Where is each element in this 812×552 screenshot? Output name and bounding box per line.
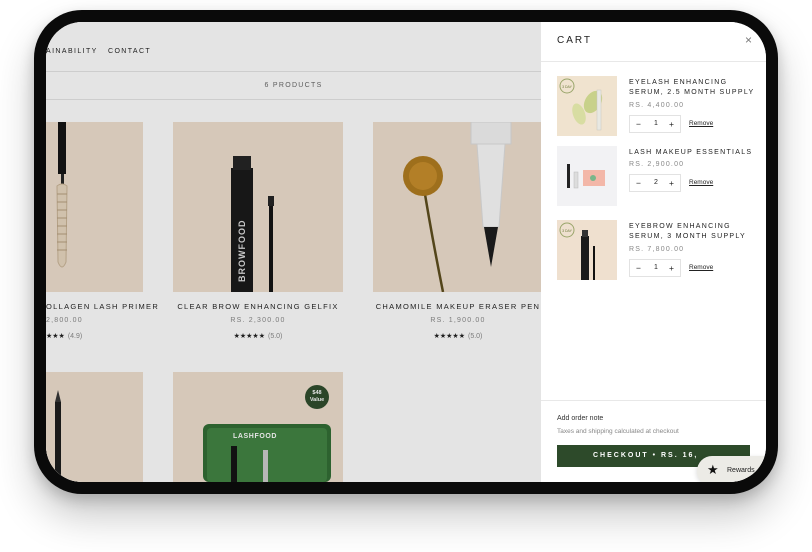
- cart-title: CART: [557, 35, 593, 46]
- cart-item-name[interactable]: LASH MAKEUP ESSENTIALS: [629, 148, 757, 158]
- qty-decrease-button[interactable]: −: [636, 263, 641, 273]
- svg-text:3 DAY: 3 DAY: [562, 85, 573, 89]
- cart-item-thumbnail[interactable]: [557, 146, 617, 206]
- remove-link[interactable]: Remove: [689, 120, 713, 127]
- cart-item: LASH MAKEUP ESSENTIALS RS. 2,900.00 − 2 …: [557, 146, 757, 208]
- cart-item-name[interactable]: EYEBROW ENHANCING SERUM, 3 MONTH SUPPLY: [629, 222, 757, 242]
- remove-link[interactable]: Remove: [689, 179, 713, 186]
- cart-drawer: CART × 3 DAY EYELASH ENHANCING SERUM, 2.…: [541, 22, 766, 482]
- rewards-label: Rewards: [727, 467, 755, 474]
- qty-increase-button[interactable]: +: [669, 119, 674, 129]
- screen: AINABILITY CONTACT 6 PRODUCTS OLLAGEN LA…: [46, 22, 766, 482]
- qty-input[interactable]: 1: [653, 264, 659, 271]
- cart-item: 3 DAY EYEBROW ENHANCING SERUM, 3 MONTH S…: [557, 220, 757, 282]
- cart-item-price: RS. 4,400.00: [629, 102, 685, 109]
- cart-item-thumbnail[interactable]: 3 DAY: [557, 220, 617, 280]
- add-order-note-link[interactable]: Add order note: [557, 415, 603, 422]
- qty-input[interactable]: 2: [653, 179, 659, 186]
- cart-backdrop-overlay[interactable]: [46, 22, 541, 482]
- quantity-stepper: − 1 +: [629, 115, 681, 133]
- qty-decrease-button[interactable]: −: [636, 178, 641, 188]
- quantity-stepper: − 2 +: [629, 174, 681, 192]
- cart-item-price: RS. 7,800.00: [629, 246, 685, 253]
- cart-item-thumbnail[interactable]: 3 DAY: [557, 76, 617, 136]
- tax-note: Taxes and shipping calculated at checkou…: [557, 428, 679, 435]
- lash-kit-thumbnail-icon: [567, 164, 605, 189]
- svg-text:3 DAY: 3 DAY: [562, 229, 573, 233]
- rewards-button[interactable]: ★ Rewards: [697, 456, 766, 482]
- brow-serum-thumbnail-icon: 3 DAY: [559, 222, 595, 280]
- cart-item-price: RS. 2,900.00: [629, 161, 685, 168]
- serum-thumbnail-icon: 3 DAY: [559, 78, 603, 131]
- star-icon: ★: [707, 462, 719, 477]
- qty-decrease-button[interactable]: −: [636, 119, 641, 129]
- close-icon[interactable]: ×: [745, 33, 752, 47]
- cart-item: 3 DAY EYELASH ENHANCING SERUM, 2.5 MONTH…: [557, 76, 757, 138]
- qty-input[interactable]: 1: [653, 120, 659, 127]
- cart-item-name[interactable]: EYELASH ENHANCING SERUM, 2.5 MONTH SUPPL…: [629, 78, 757, 98]
- cart-header: CART ×: [541, 22, 766, 62]
- qty-increase-button[interactable]: +: [669, 178, 674, 188]
- quantity-stepper: − 1 +: [629, 259, 681, 277]
- remove-link[interactable]: Remove: [689, 264, 713, 271]
- tablet-frame: AINABILITY CONTACT 6 PRODUCTS OLLAGEN LA…: [34, 10, 778, 494]
- qty-increase-button[interactable]: +: [669, 263, 674, 273]
